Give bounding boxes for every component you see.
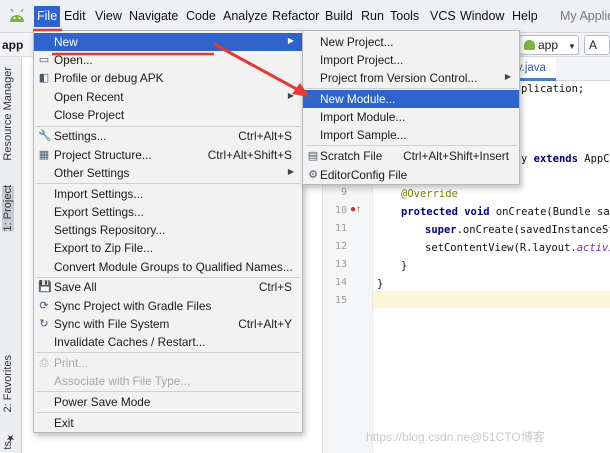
menu-item-sync-gradle[interactable]: ⟳ Sync Project with Gradle Files — [34, 297, 302, 315]
wrench-icon: 🔧 — [38, 130, 52, 142]
code-line-setcontentview: setContentView(R.layout.activit — [425, 242, 610, 254]
gear-icon: ⚙ — [308, 169, 318, 181]
menu-item-scratch-file[interactable]: ▤ Scratch File Ctrl+Alt+Shift+Insert — [303, 147, 519, 165]
menu-separator — [36, 412, 300, 413]
scratch-file-icon: ▤ — [307, 150, 319, 162]
menu-item-new-project[interactable]: New Project... — [303, 33, 519, 51]
new-submenu: New Project... Import Project... Project… — [302, 30, 520, 185]
menu-file[interactable]: File — [34, 6, 61, 27]
menu-item-open[interactable]: ▭ Open... — [34, 51, 302, 69]
menu-item-print: ⎙ Print... — [39, 356, 89, 370]
tab-project[interactable]: 1: Project — [2, 185, 14, 232]
device-selector-button[interactable]: A — [584, 35, 610, 55]
menu-item-project-structure[interactable]: ▦ Project Structure... Ctrl+Alt+Shift+S — [34, 146, 302, 164]
run-configuration-label: app — [538, 38, 559, 52]
window-title: My Applic — [560, 9, 610, 23]
menu-item-sync-file-system[interactable]: ↻ Sync with File System Ctrl+Alt+Y — [34, 315, 302, 333]
android-studio-icon — [10, 8, 24, 22]
menu-item-close-project[interactable]: Close Project — [34, 106, 302, 124]
current-line-highlight — [373, 291, 610, 308]
menu-item-invalidate-caches[interactable]: Invalidate Caches / Restart... — [34, 333, 302, 351]
menu-separator — [305, 88, 517, 89]
chevron-right-icon: ▶ — [287, 36, 294, 45]
menu-item-power-save-mode[interactable]: Power Save Mode — [34, 393, 302, 411]
menu-vcs[interactable]: VCS — [430, 9, 456, 23]
menu-item-settings-repository[interactable]: Settings Repository... — [34, 221, 302, 239]
menu-separator — [36, 352, 300, 353]
menu-analyze[interactable]: Analyze — [223, 9, 267, 23]
line-number: 14 — [334, 277, 347, 288]
menu-item-other-settings[interactable]: Other Settings ▶ — [34, 164, 302, 182]
chevron-right-icon: ▶ — [287, 91, 294, 100]
printer-icon: ⎙ — [39, 357, 49, 369]
left-tool-window-bar: Resource Manager 1: Project 2: Favorites… — [0, 57, 22, 453]
menu-item-import-project[interactable]: Import Project... — [303, 51, 519, 69]
menu-separator — [305, 145, 517, 146]
code-line-close-method: } — [401, 260, 408, 272]
tab-resource-manager[interactable]: Resource Manager — [2, 67, 14, 161]
menu-edit[interactable]: Edit — [64, 9, 86, 23]
tab-favorites[interactable]: 2: Favorites — [2, 355, 14, 412]
line-number: 13 — [334, 259, 347, 270]
menu-run[interactable]: Run — [361, 9, 384, 23]
chevron-right-icon: ▶ — [287, 167, 294, 176]
gradle-sync-icon: ⟳ — [39, 300, 49, 312]
tab-bottom[interactable]: ts — [2, 441, 14, 450]
menu-item-settings[interactable]: 🔧 Settings... Ctrl+Alt+S — [34, 127, 302, 145]
menu-refactor[interactable]: Refactor — [272, 9, 319, 23]
menu-view[interactable]: View — [95, 9, 122, 23]
code-line-import: plication; — [521, 83, 585, 95]
android-module-icon — [524, 40, 535, 50]
menu-item-project-from-vcs[interactable]: Project from Version Control... ▶ — [303, 69, 519, 87]
menu-help[interactable]: Help — [512, 9, 538, 23]
save-icon: 💾 — [38, 281, 52, 293]
menu-navigate[interactable]: Navigate — [129, 9, 178, 23]
menu-item-import-module[interactable]: Import Module... — [303, 108, 519, 126]
menu-separator — [36, 183, 300, 184]
override-marker-icon[interactable]: ●↑ — [350, 204, 361, 215]
menu-item-import-sample[interactable]: Import Sample... — [303, 126, 519, 144]
apk-icon: ◧ — [38, 72, 50, 84]
menu-item-export-zip[interactable]: Export to Zip File... — [34, 239, 302, 257]
menu-tools[interactable]: Tools — [390, 9, 419, 23]
line-number: 10 — [334, 205, 347, 216]
menu-item-exit[interactable]: Exit — [34, 414, 302, 432]
code-line-oncreate: protected void onCreate(Bundle save — [401, 206, 610, 218]
folder-icon: ▭ — [38, 54, 50, 66]
refresh-icon: ↻ — [39, 318, 49, 330]
line-number: 15 — [334, 295, 347, 306]
line-number: 9 — [340, 187, 347, 198]
code-line-class: y extends AppCo — [521, 153, 610, 165]
menu-item-save-all[interactable]: 💾 Save All Ctrl+S — [34, 278, 302, 296]
line-number: 11 — [334, 223, 347, 234]
breadcrumb-project[interactable]: app — [2, 38, 23, 52]
menu-window[interactable]: Window — [460, 9, 504, 23]
menu-item-new[interactable]: New ▶ — [34, 33, 302, 51]
menu-item-new-module[interactable]: New Module... — [303, 90, 519, 108]
menu-separator — [36, 391, 300, 392]
menu-code[interactable]: Code — [186, 9, 216, 23]
code-line-close-class: } — [377, 278, 384, 290]
chevron-down-icon: ▼ — [568, 42, 576, 51]
menu-item-editorconfig-file[interactable]: ⚙ EditorConfig File — [303, 166, 519, 184]
watermark: https://blog.csdn.ne@51CTO博客 — [366, 430, 545, 444]
file-menu: New ▶ ▭ Open... ◧ Profile or debug APK O… — [33, 30, 303, 433]
menu-build[interactable]: Build — [325, 9, 353, 23]
run-configuration-dropdown[interactable]: app ▼ — [519, 35, 579, 55]
line-number: 12 — [334, 241, 347, 252]
code-line-override: @Override — [401, 188, 458, 200]
chevron-right-icon: ▶ — [504, 72, 511, 81]
menu-item-associate-file-type: Associate with File Type... — [54, 374, 191, 388]
menu-item-open-recent[interactable]: Open Recent ▶ — [34, 88, 302, 106]
code-line-super: super.onCreate(savedInstanceSta — [425, 224, 610, 236]
menu-item-import-settings[interactable]: Import Settings... — [34, 185, 302, 203]
project-structure-icon: ▦ — [38, 149, 50, 161]
menu-bar: File Edit View Navigate Code Analyze Ref… — [0, 0, 610, 33]
menu-item-convert-module-groups[interactable]: Convert Module Groups to Qualified Names… — [34, 258, 302, 276]
menu-item-profile-apk[interactable]: ◧ Profile or debug APK — [34, 69, 302, 87]
menu-item-export-settings[interactable]: Export Settings... — [34, 203, 302, 221]
